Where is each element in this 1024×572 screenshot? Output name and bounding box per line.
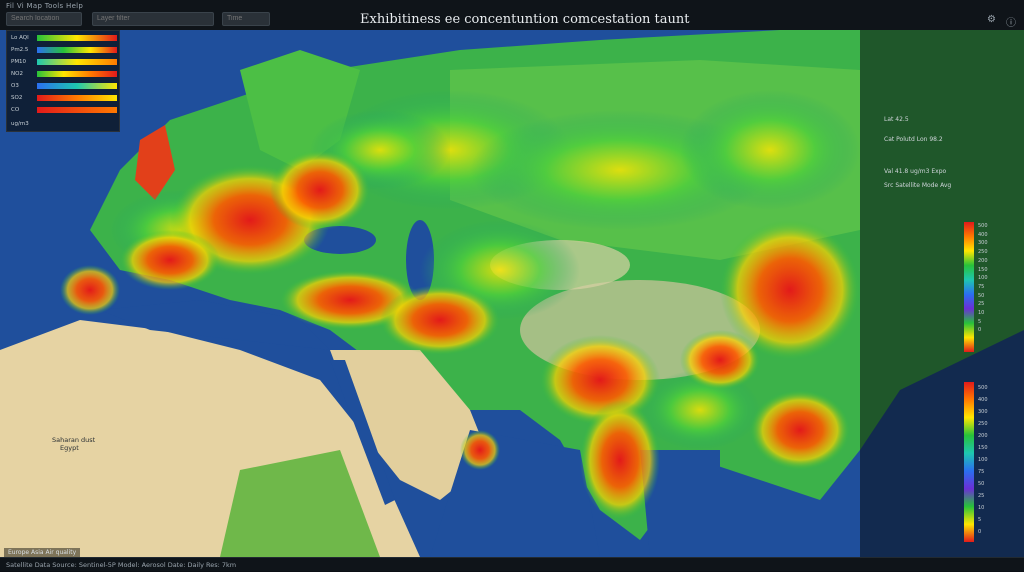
legend-label: Pm2.5 <box>11 47 29 53</box>
legend-bar <box>37 83 117 89</box>
map-title: Exhibitiness ee concentuntion comcestati… <box>360 12 690 27</box>
scale-tick-label: 150 <box>978 266 988 273</box>
scale-tick-label: 300 <box>978 240 988 247</box>
scale-labels-top: 500 400 300 250 200 150 100 75 50 25 10 5 0 <box>978 222 988 335</box>
scale-tick-label: 400 <box>978 397 988 403</box>
location-search-input[interactable] <box>6 12 82 26</box>
egypt-region-label: Egypt <box>60 444 79 452</box>
legend-label: Lo AQI <box>11 35 29 41</box>
info-line: Lat 42.5 <box>884 116 909 123</box>
scale-tick-label: 150 <box>978 445 988 451</box>
map-caption: Europe Asia Air quality <box>4 548 81 557</box>
scale-tick-label: 200 <box>978 257 988 264</box>
time-input[interactable] <box>222 12 270 26</box>
scale-tick-label: 250 <box>978 249 988 256</box>
scale-tick-label: 400 <box>978 231 988 238</box>
layer-filter-input[interactable] <box>92 12 214 26</box>
scale-tick-label: 300 <box>978 409 988 415</box>
status-bar: Satellite Data Source: Sentinel-5P Model… <box>0 557 1024 571</box>
info-line: Src Satellite Mode Avg <box>884 182 952 189</box>
legend-label: NO2 <box>11 71 23 77</box>
menu-bar[interactable]: Fil Vi Map Tools Help <box>6 2 83 10</box>
scale-tick-label: 0 <box>978 529 982 535</box>
legend-label: CO <box>11 107 20 113</box>
top-toolbar: Fil Vi Map Tools Help Exhibitiness ee co… <box>0 0 1024 31</box>
info-icon[interactable]: ⓘ <box>1006 14 1016 29</box>
legend-label: O3 <box>11 83 19 89</box>
scale-tick-label: 50 <box>978 481 985 487</box>
color-scale-top <box>964 222 974 352</box>
scale-tick-label: 100 <box>978 457 988 463</box>
window-controls: ⚙ ⓘ <box>987 14 1016 29</box>
legend-bar <box>37 59 117 65</box>
scale-tick-label: 75 <box>978 283 985 290</box>
scale-tick-label: 5 <box>978 318 982 325</box>
legend-units: ug/m3 <box>11 121 29 127</box>
info-side-panel: Lat 42.5 Cat Polutd Lon 98.2 Val 41.8 ug… <box>860 30 1024 557</box>
scale-tick-label: 10 <box>978 310 985 317</box>
scale-tick-label: 500 <box>978 385 988 391</box>
info-line: Cat Polutd Lon 98.2 <box>884 136 943 143</box>
legend-bar <box>37 107 117 113</box>
legend-bar <box>37 71 117 77</box>
legend-bar <box>37 35 117 41</box>
scale-tick-label: 75 <box>978 469 985 475</box>
legend-bar <box>37 95 117 101</box>
info-line: Val 41.8 ug/m3 Expo <box>884 168 947 175</box>
settings-icon[interactable]: ⚙ <box>987 14 996 29</box>
legend-label: SO2 <box>11 95 23 101</box>
scale-tick-label: 5 <box>978 517 982 523</box>
pollutant-legend: Lo AQI Pm2.5 PM10 NO2 O3 SO2 CO ug/m3 <box>6 30 120 132</box>
africa-region-label: Saharan dust <box>52 436 96 444</box>
scale-labels-bottom: 500 400 300 250 200 150 100 75 50 25 10 5 0 <box>978 382 988 538</box>
color-scale-bottom <box>964 382 974 542</box>
scale-tick-label: 0 <box>978 327 982 334</box>
scale-tick-label: 250 <box>978 421 988 427</box>
scale-tick-label: 10 <box>978 505 985 511</box>
scale-tick-label: 500 <box>978 223 988 229</box>
scale-tick-label: 50 <box>978 292 985 299</box>
scale-tick-label: 200 <box>978 433 988 439</box>
scale-tick-label: 25 <box>978 301 985 308</box>
legend-label: PM10 <box>11 59 27 65</box>
legend-bar <box>37 47 117 53</box>
scale-tick-label: 100 <box>978 275 988 282</box>
scale-tick-label: 25 <box>978 493 985 499</box>
